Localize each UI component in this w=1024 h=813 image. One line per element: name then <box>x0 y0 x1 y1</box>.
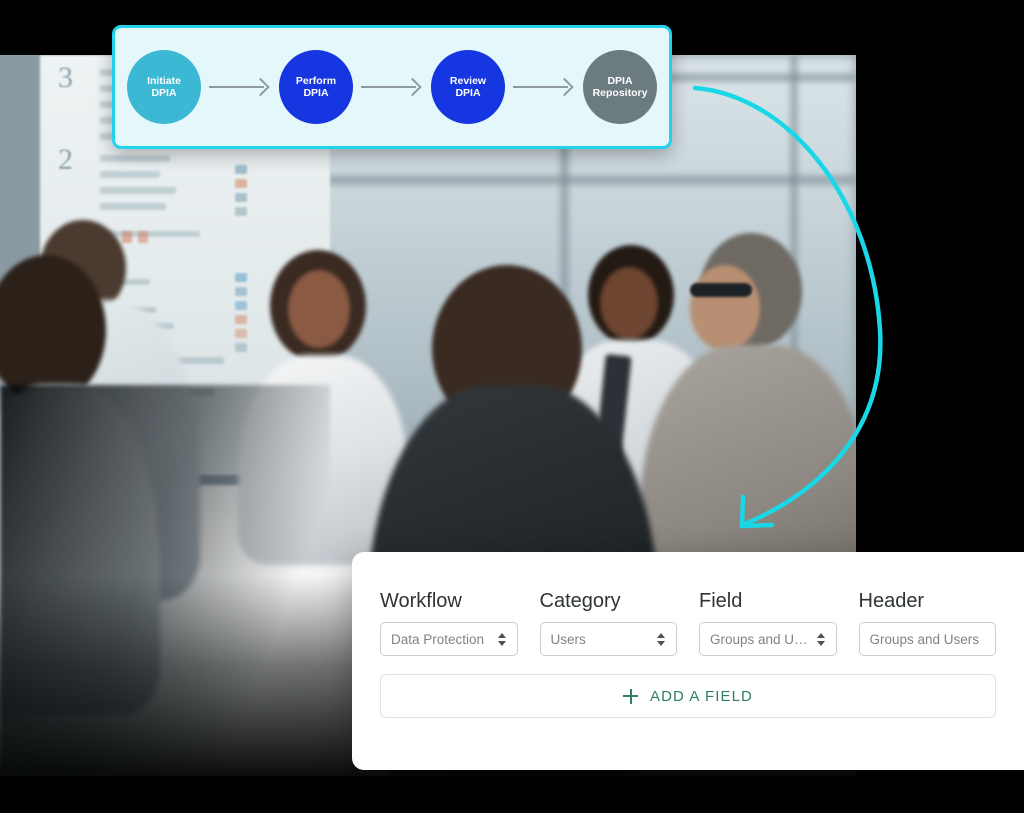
category-select[interactable]: Users <box>539 622 677 656</box>
whiteboard-mark <box>235 301 247 310</box>
field-select-value: Groups and Users <box>710 631 810 647</box>
node-glow <box>425 91 511 152</box>
whiteboard-mark <box>138 231 148 243</box>
field-select[interactable]: Groups and Users <box>699 622 837 656</box>
field-group-workflow: Workflow Data Protection <box>380 590 518 656</box>
whiteboard-mark <box>100 187 176 194</box>
whiteboard-mark <box>235 273 247 282</box>
stepper-arrows-icon[interactable] <box>656 629 666 649</box>
whiteboard-mark: 3 <box>58 61 73 94</box>
workflow-node-label: Initiate DPIA <box>147 74 181 99</box>
workflow-connector-arrow-icon <box>511 77 577 97</box>
workflow-node-label: DPIA Repository <box>592 74 648 99</box>
stepper-arrows-icon[interactable] <box>816 629 826 649</box>
stepper-down-icon <box>497 640 506 646</box>
dpia-workflow-card: Initiate DPIA Perform DPIA Review DPIA D… <box>112 25 672 152</box>
whiteboard-mark <box>100 155 170 162</box>
workflow-node-dpia-repository[interactable]: DPIA Repository <box>577 50 663 152</box>
header-input-wrapper[interactable]: Groups and Users <box>858 622 996 656</box>
category-select-value: Users <box>550 631 586 647</box>
stepper-up-icon <box>657 632 665 638</box>
fields-row: Workflow Data Protection Category Users <box>380 590 996 656</box>
whiteboard-mark <box>235 343 247 352</box>
whiteboard-mark <box>235 193 247 202</box>
stepper-down-icon <box>657 640 665 646</box>
arrow-head <box>403 77 422 97</box>
stepper-down-icon <box>816 640 825 646</box>
workflow-select-value: Data Protection <box>391 631 485 647</box>
stepper-up-icon <box>497 632 506 638</box>
plus-icon <box>623 688 639 704</box>
workflow-node-perform-dpia[interactable]: Perform DPIA <box>273 50 359 152</box>
workflow-node-label: Review DPIA <box>449 74 487 99</box>
node-glow <box>273 91 359 152</box>
stepper-up-icon <box>816 632 825 638</box>
workflow-connector-arrow-icon <box>359 77 425 97</box>
workflow-select[interactable]: Data Protection <box>380 622 518 656</box>
field-label-category: Category <box>539 590 621 612</box>
whiteboard-mark <box>100 171 160 178</box>
whiteboard-mark <box>235 179 247 188</box>
person-face <box>600 267 658 339</box>
node-glow <box>121 91 207 152</box>
field-label-workflow: Workflow <box>380 590 462 612</box>
field-group-header: Header Groups and Users <box>858 590 996 656</box>
workflow-connector-arrow-icon <box>207 77 273 97</box>
whiteboard-mark <box>100 203 166 210</box>
node-glow <box>577 91 663 152</box>
whiteboard-mark <box>235 207 247 216</box>
field-group-category: Category Users <box>539 590 677 656</box>
field-label-field: Field <box>699 590 743 612</box>
person-face <box>690 265 760 351</box>
header-input-value: Groups and Users <box>869 631 980 647</box>
eyeglasses <box>690 283 752 297</box>
arrow-head <box>251 77 270 97</box>
whiteboard-mark <box>235 165 247 174</box>
whiteboard-mark <box>235 329 247 338</box>
workflow-node-review-dpia[interactable]: Review DPIA <box>425 50 511 152</box>
whiteboard-mark: 2 <box>58 143 73 176</box>
stepper-arrows-icon[interactable] <box>497 629 507 649</box>
field-group-field: Field Groups and Users <box>699 590 837 656</box>
person-face <box>288 270 350 348</box>
whiteboard-mark <box>235 315 247 324</box>
whiteboard-mark <box>104 231 200 237</box>
whiteboard-mark <box>235 287 247 296</box>
add-a-field-label: ADD A FIELD <box>650 687 753 705</box>
page-canvas: 3 2 Initiate DPIA Perform DPIA Review DP… <box>0 0 1024 813</box>
window-frame-bar <box>300 175 856 185</box>
field-configuration-panel: Workflow Data Protection Category Users <box>352 552 1024 770</box>
arrow-head <box>555 77 574 97</box>
add-a-field-button[interactable]: ADD A FIELD <box>380 674 996 718</box>
workflow-node-initiate-dpia[interactable]: Initiate DPIA <box>121 50 207 152</box>
whiteboard-mark <box>122 231 132 243</box>
field-label-header: Header <box>858 590 925 612</box>
workflow-node-label: Perform DPIA <box>295 74 337 99</box>
